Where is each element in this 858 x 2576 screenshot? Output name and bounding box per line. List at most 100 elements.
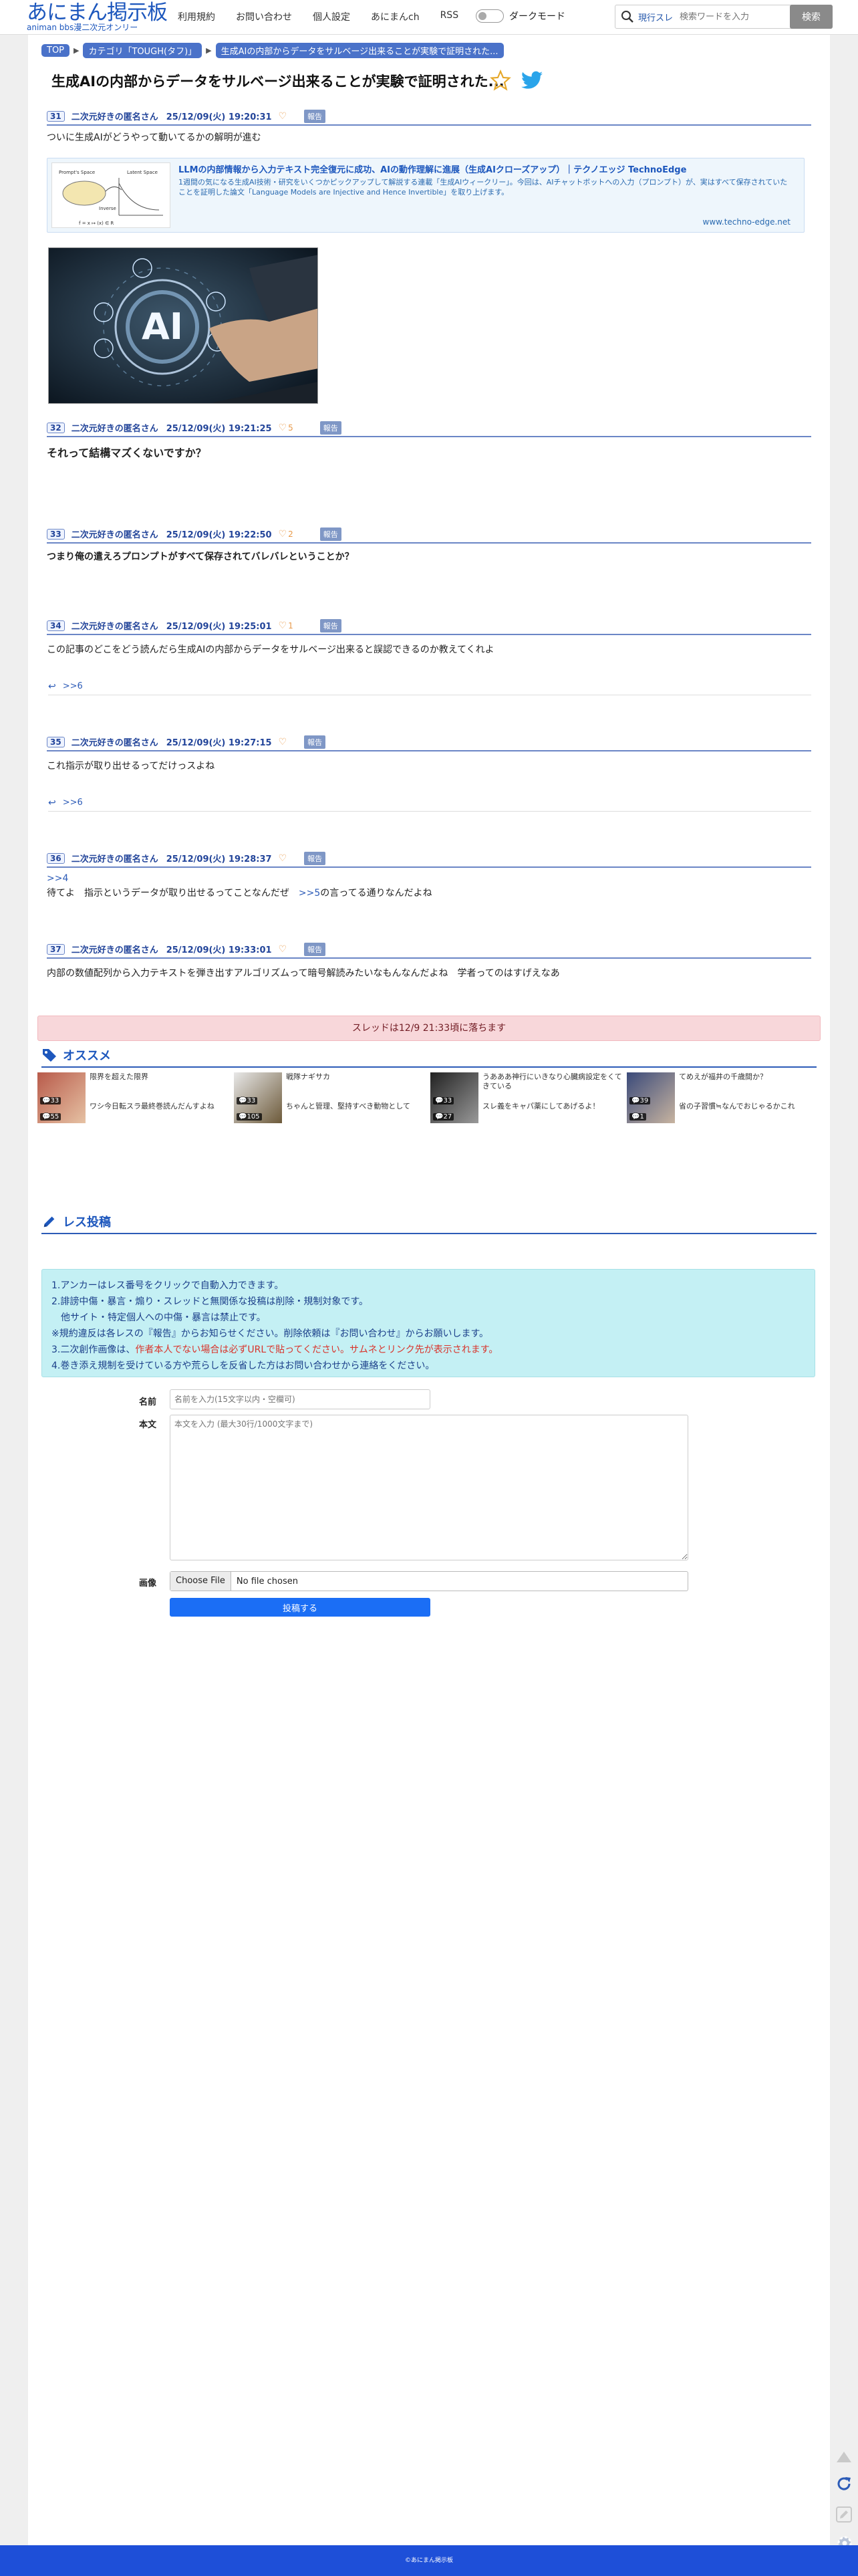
heart-icon[interactable]: ♡ [279,529,287,540]
recommend-item[interactable]: 💬39 💬1 てめえが福井の千歳間か？ 省の子習慣≒なんでおじゃるかこれ [627,1071,821,1125]
search-button[interactable]: 検索 [790,5,833,29]
heart-icon[interactable]: ♡ [279,620,287,631]
breadcrumb-thread[interactable]: 生成AIの内部からデータをサルベージ出来ることが実験で証明された... [215,43,504,58]
report-button[interactable]: 報告 [304,942,326,956]
post-34: 34 二次元好きの匿名さん 25/12/09(火) 19:25:01 ♡ 1 報… [47,618,811,657]
rule-warning: 作者本人でない場合は必ずURLで貼ってください。サムネとリンク先が表示されます。 [135,1344,498,1355]
heart-icon[interactable]: ♡ [279,423,287,433]
site-footer: ©あにまん掲示板 [0,2545,858,2576]
post-image[interactable]: AI [48,247,318,404]
nav-settings[interactable]: 個人設定 [313,10,350,23]
report-button[interactable]: 報告 [319,618,341,632]
logo-main-text: あにまん掲示板 [27,1,168,25]
recommend-item[interactable]: 💬33 💬55 限界を超えた限界 ワシ今日転スラ最終巻読んだんすよね [37,1071,231,1125]
tag-icon [43,1049,56,1062]
link-title[interactable]: LLMの内部情報から入力テキスト完全復元に成功、AIの動作理解に進展（生成AIク… [178,162,686,175]
report-button[interactable]: 報告 [304,109,326,123]
scroll-top-button[interactable] [833,2446,855,2468]
recommend-title[interactable]: 限界を超えた限界 [90,1072,230,1082]
header-nav: 利用規約 お問い合わせ 個人設定 あにまんch RSS [178,10,479,23]
body-textarea[interactable] [170,1415,688,1560]
star-icon[interactable] [489,70,512,91]
breadcrumb-top[interactable]: TOP [41,44,70,57]
reply-link-row[interactable]: ↩ >>6 [48,794,811,812]
link-preview-card[interactable]: Prompt's Space Latent Space Inverse f = … [47,158,805,233]
chevron-right-icon: ▶ [206,46,212,55]
heart-icon[interactable]: ♡ [279,737,287,747]
site-header: あにまん掲示板 animan bbs漫二次元オンリー 利用規約 お問い合わせ 個… [0,0,858,35]
reply-anchor[interactable]: >>6 [63,798,83,808]
post-number[interactable]: 37 [47,943,65,955]
rule-line: 2.誹謗中傷・暴言・煽り・スレッドと無関係な投稿は削除・規制対象です。 [51,1296,368,1307]
nav-contact[interactable]: お問い合わせ [236,10,292,23]
search-input[interactable] [680,11,780,22]
recommend-title[interactable]: 戦隊ナギサカ [286,1072,426,1082]
post-33: 33 二次元好きの匿名さん 25/12/09(火) 19:22:50 ♡ 2 報… [47,527,811,564]
post-author: 二次元好きの匿名さん [71,112,158,122]
recommend-title[interactable]: ちゃんと管理、堅持すべき動物として [286,1100,426,1111]
post-35: 35 二次元好きの匿名さん 25/12/09(火) 19:27:15 ♡ 報告 … [47,735,811,773]
recommend-title[interactable]: スレ義をキャパ薬にしてあげるよ！ [482,1100,623,1111]
post-number[interactable]: 36 [47,852,65,864]
comment-count: 💬33 [40,1097,61,1104]
toggle-switch[interactable] [476,9,504,23]
post-number[interactable]: 31 [47,110,65,122]
comment-count: 💬39 [629,1097,651,1104]
breadcrumb-category[interactable]: カテゴリ「TOUGH(タフ)」 [83,43,202,58]
heart-icon[interactable]: ♡ [279,853,287,864]
recommend-title[interactable]: うあああ神行にいきなり心臓病設定をくてきている [482,1072,623,1091]
compose-button[interactable] [833,2503,855,2526]
reload-button[interactable] [833,2472,855,2495]
report-button[interactable]: 報告 [319,421,341,435]
reply-link-row[interactable]: ↩ >>6 [48,678,811,695]
post-anchor-link[interactable]: >>4 [47,872,811,885]
post-body: つまり俺の遣えろプロンプトがすべて保存されてバレバレということか？ [47,552,354,562]
post-body: これ指示が取り出せるってだけっスよね [47,761,215,772]
reply-anchor[interactable]: >>6 [63,681,83,691]
post-author: 二次元好きの匿名さん [71,854,158,864]
site-logo[interactable]: あにまん掲示板 animan bbs漫二次元オンリー [27,1,168,31]
recommend-title[interactable]: ワシ今日転スラ最終巻読んだんすよね [90,1100,230,1111]
nav-rss[interactable]: RSS [440,10,459,23]
post-number[interactable]: 33 [47,528,65,540]
twitter-icon[interactable] [521,71,543,90]
heart-icon[interactable]: ♡ [279,111,287,122]
recommend-title[interactable]: 省の子習慣≒なんでおじゃるかこれ [679,1100,819,1111]
post-body-text: の言ってる通りなんだよね [320,888,432,899]
post-date: 25/12/09(火) 19:21:25 [166,424,272,434]
choose-file-button[interactable]: Choose File [170,1572,231,1591]
post-37: 37 二次元好きの匿名さん 25/12/09(火) 19:33:01 ♡ 報告 … [47,942,811,980]
report-button[interactable]: 報告 [304,735,326,749]
diagram-thumbnail-icon: Prompt's Space Latent Space Inverse f = … [52,163,170,227]
post-author: 二次元好きの匿名さん [71,622,158,632]
link-thumbnail: Prompt's Space Latent Space Inverse f = … [51,162,170,228]
search-box: 現行スレ 検索 [615,5,833,29]
link-url[interactable]: www.techno-edge.net [703,217,791,227]
nav-animanch[interactable]: あにまんch [371,10,420,23]
post-author: 二次元好きの匿名さん [71,530,158,540]
recommend-title[interactable]: てめえが福井の千歳間か？ [679,1072,819,1082]
name-field[interactable] [170,1389,430,1409]
recommend-item[interactable]: 💬33 💬27 うあああ神行にいきなり心臓病設定をくてきている スレ義をキャパ薬… [430,1071,624,1125]
recommend-item[interactable]: 💬33 💬105 戦隊ナギサカ ちゃんと管理、堅持すべき動物として [234,1071,428,1125]
submit-button[interactable]: 投稿する [170,1598,430,1617]
ai-label: AI [142,306,183,348]
post-number[interactable]: 32 [47,422,65,433]
pencil-icon [836,2506,852,2523]
report-button[interactable]: 報告 [319,527,341,541]
nav-terms[interactable]: 利用規約 [178,10,215,23]
search-scope[interactable]: 現行スレ [638,11,673,23]
post-number[interactable]: 34 [47,620,65,631]
report-button[interactable]: 報告 [304,851,326,865]
image-file-input[interactable]: Choose File No file chosen [170,1571,688,1591]
rule-line: 1.アンカーはレス番号をクリックで自動入力できます。 [51,1280,284,1291]
post-body: この記事のどこをどう読んだら生成AIの内部からデータをサルベージ出来ると誤認でき… [47,645,494,655]
post-date: 25/12/09(火) 19:27:15 [166,738,272,748]
post-date: 25/12/09(火) 19:28:37 [166,854,272,864]
post-number[interactable]: 35 [47,736,65,747]
post-author: 二次元好きの匿名さん [71,424,158,434]
post-anchor-link[interactable]: >>5 [299,888,320,899]
dark-mode-toggle[interactable]: ダークモード [476,9,565,23]
like-count: 1 [288,620,293,630]
heart-icon[interactable]: ♡ [279,944,287,955]
